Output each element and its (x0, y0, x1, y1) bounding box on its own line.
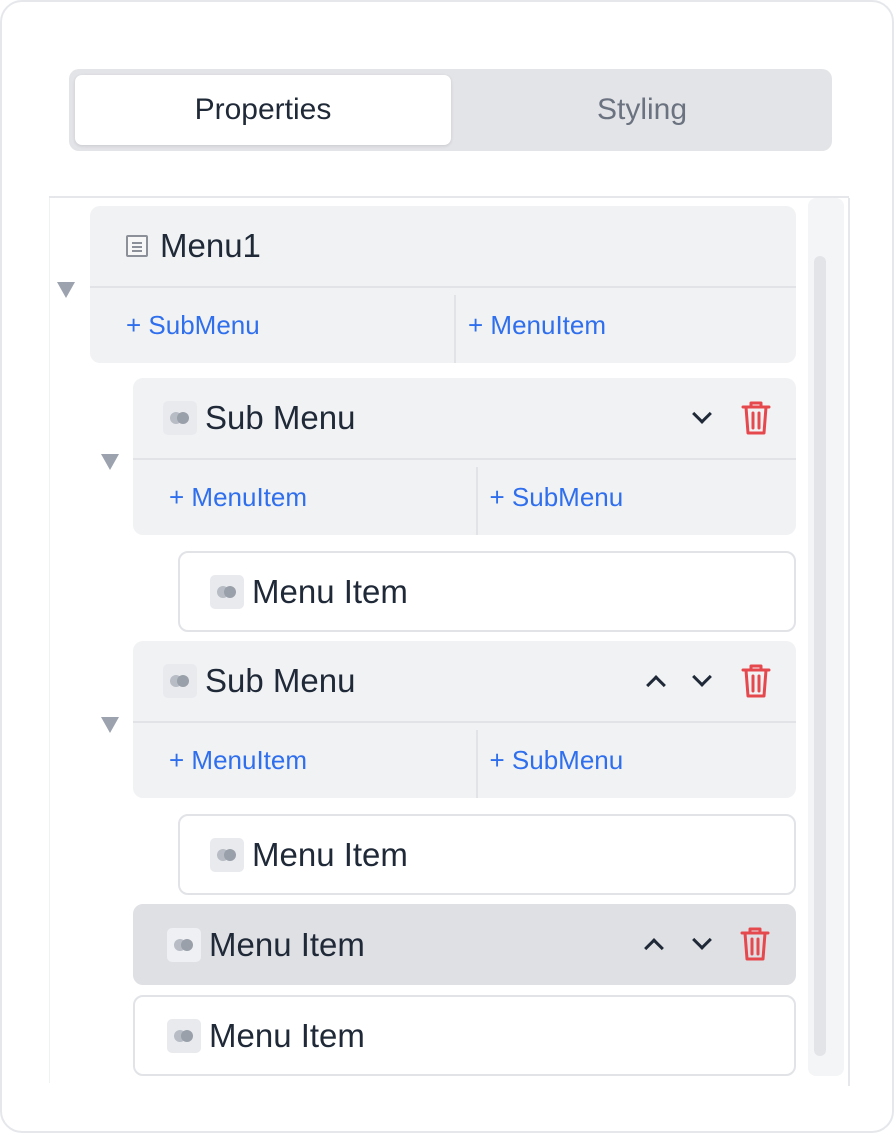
node-actions: + MenuItem + SubMenu (133, 459, 796, 535)
add-menuitem-button[interactable]: + MenuItem (133, 722, 476, 798)
tree-node-menu-item[interactable]: Menu Item (178, 814, 796, 895)
properties-panel: Properties Styling Menu1 + SubMenu + Men… (0, 0, 894, 1133)
tree-right-border (848, 198, 850, 1086)
divider (49, 196, 849, 198)
component-icon (167, 927, 201, 962)
tree-node-header[interactable]: Menu1 (90, 206, 796, 286)
collapse-caret-icon[interactable] (57, 282, 75, 298)
node-label: Sub Menu (205, 662, 356, 699)
tab-switcher: Properties Styling (69, 69, 832, 151)
scrollbar-thumb[interactable] (814, 256, 826, 1056)
tab-styling[interactable]: Styling (454, 75, 830, 145)
tree-node-menu-item[interactable]: Menu Item (178, 551, 796, 632)
component-icon (210, 837, 244, 872)
delete-button[interactable] (739, 641, 773, 721)
move-up-button[interactable] (646, 641, 666, 721)
collapse-caret-icon[interactable] (101, 717, 119, 733)
move-down-button[interactable] (692, 378, 712, 458)
trash-icon (741, 664, 771, 698)
chevron-up-icon (646, 675, 666, 695)
delete-button[interactable] (739, 378, 773, 458)
tab-properties[interactable]: Properties (75, 75, 451, 145)
move-down-button[interactable] (692, 641, 712, 721)
move-up-button[interactable] (644, 904, 664, 984)
chevron-up-icon (644, 938, 664, 958)
node-actions: + SubMenu + MenuItem (90, 287, 796, 363)
tree-node-submenu: Sub Menu + MenuItem + SubMenu (133, 641, 796, 798)
trash-icon (740, 927, 770, 961)
component-icon (163, 664, 197, 698)
node-actions: + MenuItem + SubMenu (133, 722, 796, 798)
chevron-down-icon (692, 667, 712, 687)
menu-list-icon (124, 229, 150, 263)
component-icon (210, 574, 244, 609)
node-label: Menu Item (209, 1016, 365, 1054)
add-menuitem-button[interactable]: + MenuItem (454, 287, 796, 363)
tree-node-menu-item[interactable]: Menu Item (133, 995, 796, 1076)
component-icon (167, 1018, 201, 1053)
add-submenu-button[interactable]: + SubMenu (90, 287, 454, 363)
move-down-button[interactable] (692, 904, 712, 984)
node-label: Menu1 (160, 227, 261, 264)
add-submenu-button[interactable]: + SubMenu (475, 722, 797, 798)
tree-left-border (49, 198, 50, 1083)
tree-node-menu1: Menu1 + SubMenu + MenuItem (90, 206, 796, 363)
chevron-down-icon (692, 930, 712, 950)
add-submenu-button[interactable]: + SubMenu (475, 459, 797, 535)
tree-node-submenu: Sub Menu + MenuItem + SubMenu (133, 378, 796, 535)
tree-node-menu-item-selected[interactable]: Menu Item (133, 904, 796, 985)
node-label: Menu Item (252, 572, 408, 610)
collapse-caret-icon[interactable] (101, 454, 119, 470)
node-label: Sub Menu (205, 399, 356, 436)
chevron-down-icon (692, 404, 712, 424)
add-menuitem-button[interactable]: + MenuItem (133, 459, 476, 535)
node-label: Menu Item (209, 925, 365, 963)
node-label: Menu Item (252, 835, 408, 873)
component-icon (163, 401, 197, 435)
delete-button[interactable] (738, 904, 772, 984)
trash-icon (741, 401, 771, 435)
